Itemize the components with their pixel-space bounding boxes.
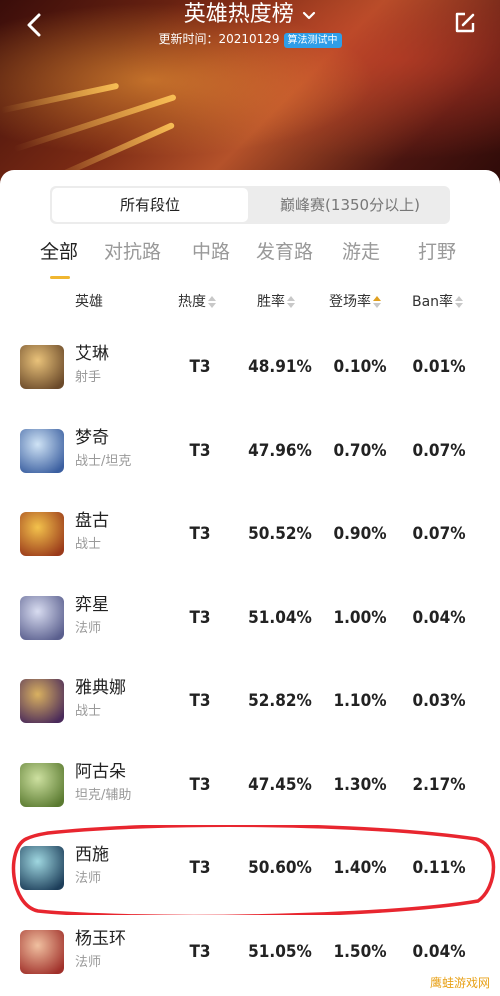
sort-ascending-icon (373, 295, 381, 309)
heat-tier: T3 (189, 774, 211, 795)
appear-rate: 0.90% (333, 524, 387, 544)
table-row[interactable]: 雅典娜 战士 T3 52.82% 1.10% 0.03% (0, 659, 500, 742)
tab-all[interactable]: 全部 (40, 238, 78, 266)
heat-tier: T3 (189, 357, 211, 377)
table-header: 英雄 热度 胜率 登场率 Ban率 (0, 290, 500, 314)
tab-roam[interactable]: 游走 (342, 238, 380, 266)
win-rate: 51.05% (248, 941, 312, 962)
position-tabs: 全部 对抗路 中路 发育路 游走 打野 (0, 238, 500, 279)
win-rate: 48.91% (248, 357, 312, 377)
ban-rate: 2.17% (412, 774, 466, 795)
appear-rate: 0.70% (333, 440, 387, 461)
chevron-down-icon (298, 9, 316, 25)
hero-role: 法师 (75, 954, 102, 970)
banner-art (0, 82, 120, 114)
ban-rate: 0.07% (412, 440, 466, 461)
algorithm-badge: 算法测试中 (283, 33, 342, 48)
win-rate: 47.96% (248, 440, 312, 461)
column-appear-label: 登场率 (329, 294, 371, 310)
appear-rate: 1.50% (333, 941, 387, 962)
hero-avatar (20, 929, 64, 974)
ban-rate: 0.07% (412, 524, 466, 544)
active-tab-indicator (50, 276, 70, 279)
hero-role: 战士 (75, 704, 102, 719)
heat-tier: T3 (189, 607, 211, 628)
table-row[interactable]: 弈星 法师 T3 51.04% 1.00% 0.04% (0, 576, 500, 659)
hero-role: 战士 (75, 537, 102, 552)
highlight-circle-annotation (11, 825, 496, 915)
hero-avatar (20, 345, 64, 389)
table-row[interactable]: 梦奇 战士/坦克 T3 47.96% 0.70% 0.07% (0, 409, 500, 492)
hero-name: 梦奇 (75, 427, 109, 448)
column-hero: 英雄 (75, 294, 103, 310)
page-title[interactable]: 英雄热度榜 (0, 2, 500, 30)
heat-tier: T3 (189, 691, 211, 711)
table-row[interactable]: 阿古朵 坦克/辅助 T3 47.45% 1.30% 2.17% (0, 743, 500, 826)
column-heat[interactable]: 热度 (178, 290, 216, 314)
win-rate: 52.82% (248, 691, 312, 711)
heat-tier: T3 (189, 941, 211, 962)
update-label: 更新时间： (158, 32, 219, 46)
win-rate: 50.52% (248, 524, 312, 544)
hero-role: 战士/坦克 (75, 453, 132, 469)
sort-icon (455, 295, 464, 309)
ban-rate: 0.04% (412, 607, 466, 628)
ranking-card: 所有段位 巅峰赛(1350分以上) 全部 对抗路 中路 发育路 游走 打野 英雄… (0, 170, 500, 996)
rank-segment-control: 所有段位 巅峰赛(1350分以上) (50, 186, 450, 224)
hero-avatar (20, 679, 64, 723)
watermark: 鹰蛙游戏网 (425, 973, 494, 992)
sort-icon (287, 295, 295, 309)
tab-mid-lane[interactable]: 中路 (192, 238, 230, 266)
hero-name: 雅典娜 (75, 678, 126, 698)
heat-tier: T3 (189, 524, 211, 544)
edit-icon[interactable] (452, 10, 478, 36)
win-rate: 47.45% (248, 774, 312, 795)
hero-name: 盘古 (75, 511, 109, 531)
ban-rate: 0.04% (412, 941, 466, 962)
hero-avatar (20, 428, 64, 473)
tab-farm-lane[interactable]: 发育路 (256, 238, 313, 266)
hero-avatar (20, 762, 64, 807)
hero-name: 艾琳 (75, 344, 109, 364)
hero-role: 射手 (75, 370, 102, 385)
ban-rate: 0.03% (412, 691, 466, 711)
appear-rate: 0.10% (333, 357, 387, 377)
update-date: 20210129 (218, 32, 280, 46)
hero-avatar (20, 512, 64, 556)
update-info: 更新时间：20210129 算法测试中 (0, 30, 500, 48)
tab-jungle[interactable]: 打野 (418, 238, 456, 266)
column-win-label: 胜率 (257, 294, 285, 310)
hero-name: 弈星 (75, 594, 109, 615)
segment-all-ranks[interactable]: 所有段位 (52, 188, 248, 222)
sort-icon (208, 295, 216, 309)
tab-clash-lane[interactable]: 对抗路 (104, 238, 161, 266)
column-appear-rate[interactable]: 登场率 (329, 290, 381, 314)
table-row[interactable]: 艾琳 射手 T3 48.91% 0.10% 0.01% (0, 325, 500, 408)
hero-name: 杨玉环 (75, 928, 126, 949)
appear-rate: 1.10% (333, 691, 387, 711)
ban-rate: 0.01% (412, 357, 466, 377)
hero-name: 阿古朵 (75, 761, 126, 782)
table-row[interactable]: 盘古 战士 T3 50.52% 0.90% 0.07% (0, 492, 500, 575)
segment-peak-match[interactable]: 巅峰赛(1350分以上) (250, 186, 450, 224)
hero-avatar (20, 595, 64, 640)
column-ban-rate[interactable]: Ban率 (412, 290, 464, 314)
column-win-rate[interactable]: 胜率 (257, 290, 295, 314)
column-ban-label: Ban率 (412, 294, 454, 310)
appear-rate: 1.30% (333, 774, 387, 795)
page-title-text: 英雄热度榜 (183, 2, 294, 27)
appear-rate: 1.00% (333, 607, 387, 628)
hero-role: 坦克/辅助 (75, 787, 132, 803)
column-heat-label: 热度 (178, 294, 206, 310)
hero-role: 法师 (75, 620, 102, 636)
heat-tier: T3 (189, 440, 211, 461)
win-rate: 51.04% (248, 607, 312, 628)
top-bar: 英雄热度榜 更新时间：20210129 算法测试中 (0, 0, 500, 60)
